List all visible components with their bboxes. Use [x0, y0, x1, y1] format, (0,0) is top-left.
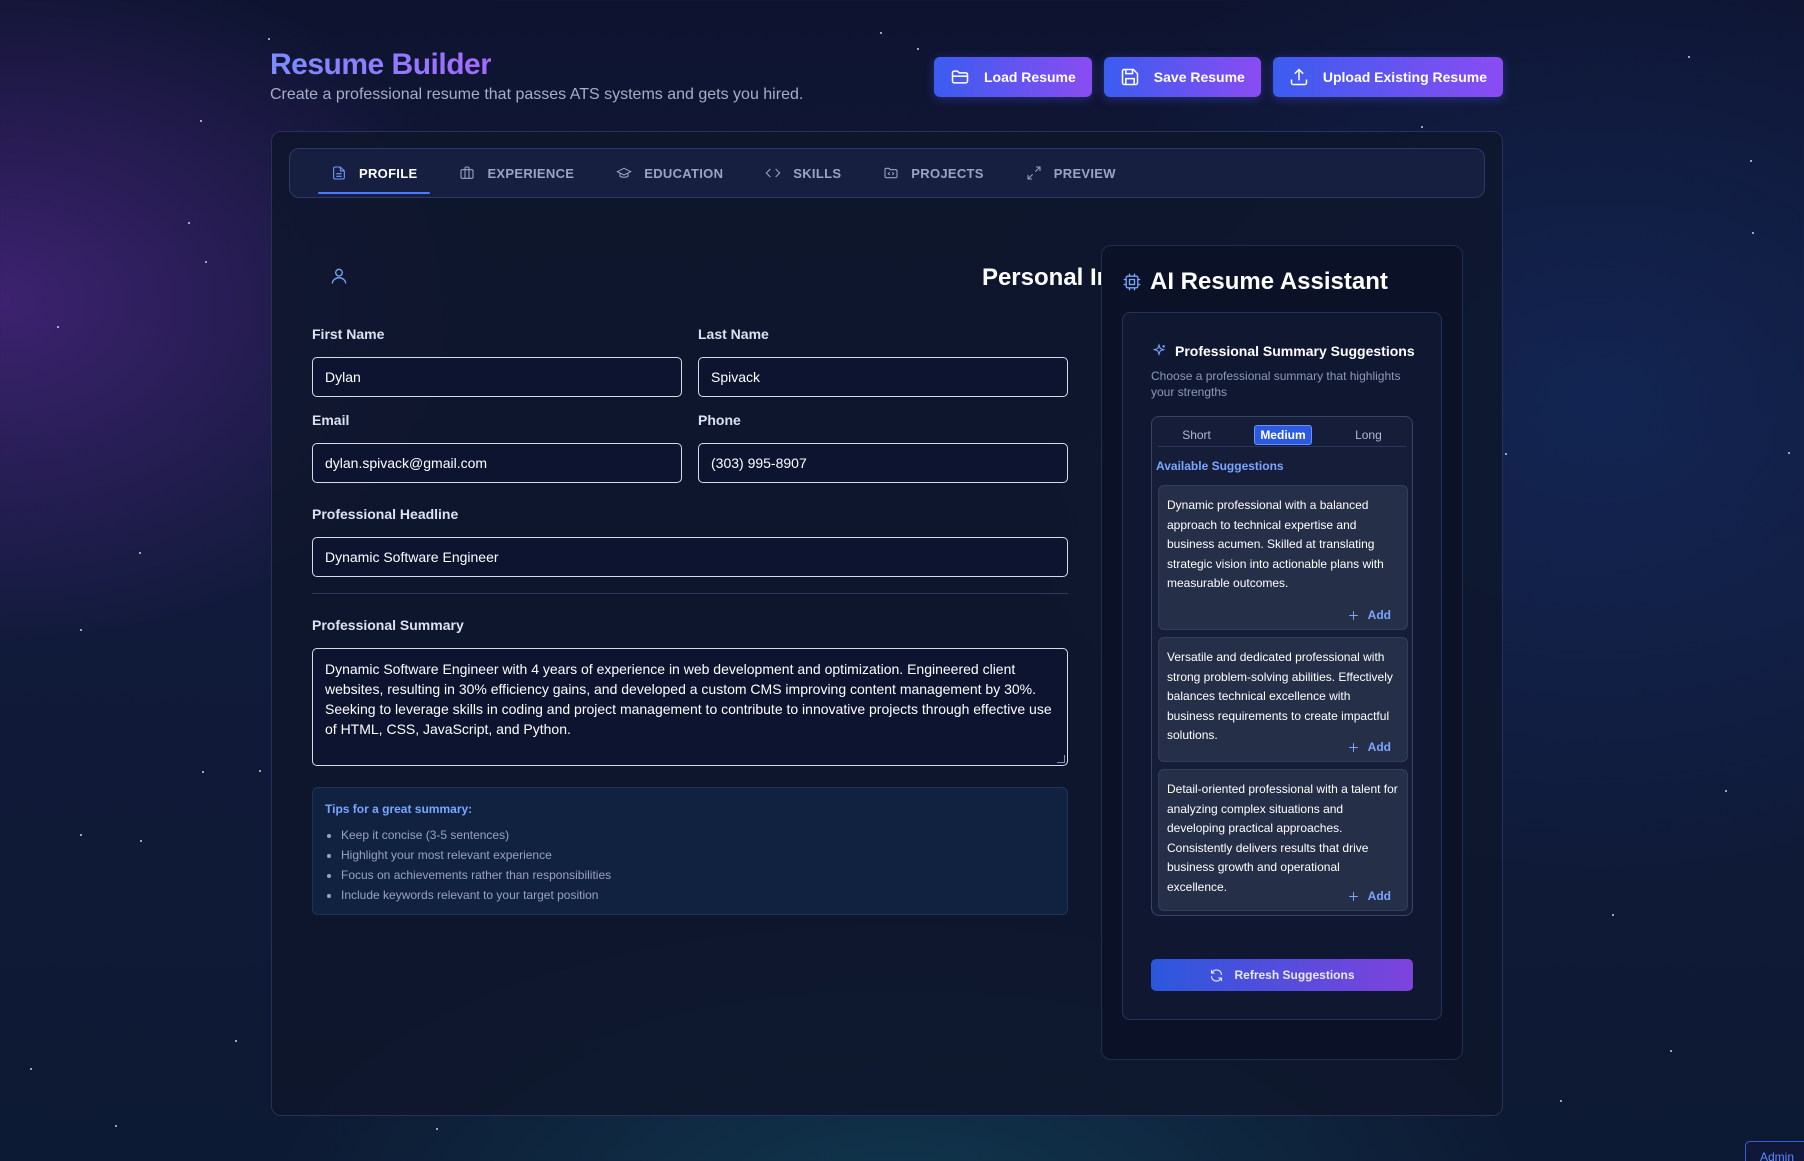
folder-code-icon: [884, 167, 898, 179]
add-label: Add: [1367, 608, 1391, 622]
refresh-icon: [1211, 968, 1223, 982]
expand-icon: [1027, 166, 1041, 180]
tab-label: SKILLS: [793, 165, 842, 181]
available-suggestions-label: Available Suggestions: [1156, 459, 1284, 473]
headline-label: Professional Headline: [312, 506, 459, 522]
last-name-input[interactable]: Spivack: [698, 357, 1068, 397]
length-tab-medium[interactable]: Medium: [1254, 424, 1312, 445]
upload-resume-button[interactable]: Upload Existing Resume: [1272, 57, 1503, 97]
tab-label: PROJECTS: [911, 165, 984, 181]
load-resume-label: Load Resume: [983, 69, 1076, 85]
first-name-label: First Name: [312, 326, 385, 342]
suggestions-container: Short Medium Long Available Suggestions …: [1151, 416, 1413, 916]
headline-input[interactable]: Dynamic Software Engineer: [312, 537, 1068, 577]
save-icon: [1121, 68, 1139, 86]
tips-list: Keep it concise (3-5 sentences) Highligh…: [325, 825, 1055, 905]
briefcase-icon: [460, 166, 474, 179]
suggestion-text: Dynamic professional with a balanced app…: [1167, 498, 1384, 590]
header-actions: Load Resume Save Resume Upload Existing …: [933, 57, 1503, 97]
refresh-label: Refresh Suggestions: [1234, 968, 1355, 982]
add-label: Add: [1367, 889, 1391, 903]
summary-textarea[interactable]: Dynamic Software Engineer with 4 years o…: [312, 648, 1068, 766]
suggestion-card: Dynamic professional with a balanced app…: [1158, 485, 1408, 630]
refresh-suggestions-button[interactable]: Refresh Suggestions: [1151, 959, 1413, 991]
ai-header: AI Resume Assistant: [1122, 268, 1388, 296]
tab-label: PROFILE: [359, 165, 418, 181]
email-label: Email: [312, 412, 350, 428]
cpu-icon: [1123, 273, 1141, 291]
tip-item: Highlight your most relevant experience: [341, 845, 1055, 865]
tab-skills[interactable]: SKILLS: [752, 148, 854, 198]
suggestions-title: Professional Summary Suggestions: [1175, 343, 1415, 359]
tip-item: Keep it concise (3-5 sentences): [341, 825, 1055, 845]
suggestion-text: Detail-oriented professional with a tale…: [1167, 782, 1398, 894]
upload-resume-label: Upload Existing Resume: [1322, 69, 1487, 85]
code-icon: [765, 168, 781, 178]
last-name-label: Last Name: [698, 326, 769, 342]
tips-title: Tips for a great summary:: [325, 802, 473, 816]
suggestions-description: Choose a professional summary that highl…: [1151, 369, 1401, 399]
plus-icon: [1348, 742, 1358, 752]
ai-assistant-panel: AI Resume Assistant Professional Summary…: [1101, 245, 1463, 1060]
section-tabs: PROFILE EXPERIENCE EDUCATION SKILLS PROJ…: [289, 148, 1485, 198]
admin-button[interactable]: Admin: [1745, 1141, 1804, 1161]
add-suggestion-button[interactable]: Add: [1347, 608, 1391, 622]
summary-tips: Tips for a great summary: Keep it concis…: [312, 787, 1068, 915]
tip-item: Focus on achievements rather than respon…: [341, 865, 1055, 885]
tab-label: EXPERIENCE: [487, 165, 575, 181]
summary-text: Dynamic Software Engineer with 4 years o…: [325, 661, 1052, 737]
tab-projects[interactable]: PROJECTS: [870, 148, 996, 198]
tab-profile[interactable]: PROFILE: [318, 148, 431, 198]
suggestions-header: Professional Summary Suggestions: [1151, 343, 1415, 359]
save-resume-label: Save Resume: [1153, 69, 1245, 85]
ai-title: AI Resume Assistant: [1150, 268, 1388, 295]
save-resume-button[interactable]: Save Resume: [1103, 57, 1261, 97]
summary-label: Professional Summary: [312, 617, 464, 633]
upload-icon: [1290, 68, 1308, 86]
email-input[interactable]: dylan.spivack@gmail.com: [312, 443, 682, 483]
length-tabs: Short Medium Long: [1158, 423, 1406, 447]
plus-icon: [1348, 610, 1358, 620]
plus-icon: [1348, 891, 1358, 901]
phone-label: Phone: [698, 412, 741, 428]
app-subtitle: Create a professional resume that passes…: [270, 86, 804, 103]
sparkles-icon: [1152, 343, 1166, 356]
graduation-cap-icon: [616, 167, 633, 178]
tab-education[interactable]: EDUCATION: [603, 148, 736, 198]
resize-handle[interactable]: [1057, 755, 1065, 763]
app-title: Resume Builder: [270, 48, 492, 81]
divider: [312, 593, 1068, 594]
first-name-input[interactable]: Dylan: [312, 357, 682, 397]
add-suggestion-button[interactable]: Add: [1347, 740, 1391, 754]
tip-item: Include keywords relevant to your target…: [341, 885, 1055, 905]
phone-input[interactable]: (303) 995-8907: [698, 443, 1068, 483]
add-suggestion-button[interactable]: Add: [1347, 889, 1391, 903]
length-tab-long[interactable]: Long: [1350, 426, 1387, 444]
length-tab-short[interactable]: Short: [1177, 426, 1216, 444]
add-label: Add: [1367, 740, 1391, 754]
tab-label: EDUCATION: [644, 165, 724, 181]
suggestion-text: Versatile and dedicated professional wit…: [1167, 650, 1393, 742]
document-icon: [333, 166, 345, 180]
summary-suggestions-card: Professional Summary Suggestions Choose …: [1122, 312, 1442, 1020]
tab-label: PREVIEW: [1053, 165, 1116, 181]
folder-icon: [951, 70, 969, 84]
resume-editor-card: PROFILE EXPERIENCE EDUCATION SKILLS PROJ…: [271, 131, 1503, 1116]
tab-experience[interactable]: EXPERIENCE: [446, 148, 587, 198]
tab-preview[interactable]: PREVIEW: [1013, 148, 1129, 198]
suggestion-card: Versatile and dedicated professional wit…: [1158, 637, 1408, 762]
suggestion-card: Detail-oriented professional with a tale…: [1158, 769, 1408, 911]
load-resume-button[interactable]: Load Resume: [933, 57, 1092, 97]
user-icon: [329, 266, 349, 286]
